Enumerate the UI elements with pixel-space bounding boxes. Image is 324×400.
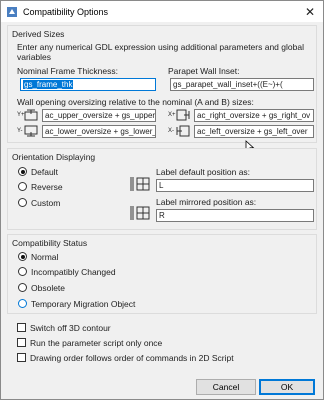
upper-oversize-input[interactable]: ac_upper_oversize + gs_upper_ <box>42 109 156 122</box>
ok-button[interactable]: OK <box>259 379 315 395</box>
orientation-group: Orientation Displaying Default Reverse C… <box>7 148 317 230</box>
orientation-reverse-radio[interactable] <box>18 182 27 191</box>
label-default-title: Label default position as: <box>156 167 251 177</box>
label-default-input[interactable]: L <box>156 179 314 192</box>
left-oversize-icon <box>176 125 190 137</box>
label-mirrored-title: Label mirrored position as: <box>156 197 257 207</box>
label-mirrored-position-icon <box>130 206 150 220</box>
status-normal-radio[interactable] <box>18 252 27 261</box>
status-obsolete-label: Obsolete <box>31 283 66 293</box>
derived-description: Enter any numerical GDL expression using… <box>17 42 304 62</box>
orientation-title: Orientation Displaying <box>12 152 96 162</box>
right-oversize-icon <box>176 109 190 121</box>
parapet-inset-label: Parapet Wall Inset: <box>168 66 240 76</box>
orientation-default-radio[interactable] <box>18 167 27 176</box>
frame-thickness-label: Nominal Frame Thickness: <box>17 66 118 76</box>
close-icon[interactable]: ✕ <box>297 1 323 22</box>
compatibility-options-dialog: Compatibility Options ✕ Derived Sizes En… <box>0 0 324 400</box>
drawing-order-label: Drawing order follows order of commands … <box>30 353 234 363</box>
compatibility-status-group: Compatibility Status Normal Incompatibly… <box>7 234 317 314</box>
cancel-button[interactable]: Cancel <box>196 379 256 395</box>
left-oversize-input[interactable]: ac_left_oversize + gs_left_over <box>194 125 314 138</box>
status-incompatibly-changed-radio[interactable] <box>18 267 27 276</box>
orientation-default-label: Default <box>31 167 58 177</box>
orientation-custom-radio[interactable] <box>18 198 27 207</box>
orientation-custom-label: Custom <box>31 198 61 208</box>
x-minus-label: X- <box>168 128 174 134</box>
wall-opening-label: Wall opening oversizing relative to the … <box>17 97 254 107</box>
status-temporary-migration-radio[interactable] <box>18 299 27 308</box>
orientation-reverse-label: Reverse <box>31 182 63 192</box>
x-plus-label: X+ <box>168 112 176 118</box>
lower-oversize-input[interactable]: ac_lower_oversize + gs_lower_ <box>42 125 156 138</box>
frame-thickness-input[interactable]: gs_frame_thk <box>20 78 156 91</box>
right-oversize-input[interactable]: ac_right_oversize + gs_right_ov <box>194 109 314 122</box>
status-normal-label: Normal <box>31 252 59 262</box>
parapet-inset-input[interactable]: gs_parapet_wall_inset+((E~)+( <box>170 78 314 91</box>
upper-oversize-icon <box>24 109 38 121</box>
run-parameter-script-once-label: Run the parameter script only once <box>30 338 163 348</box>
y-minus-label: Y- <box>17 128 23 134</box>
switch-off-3d-contour-checkbox[interactable] <box>17 323 26 332</box>
drawing-order-checkbox[interactable] <box>17 353 26 362</box>
status-temporary-migration-label: Temporary Migration Object <box>31 299 136 309</box>
label-mirrored-input[interactable]: R <box>156 209 314 222</box>
derived-sizes-group: Derived Sizes Enter any numerical GDL ex… <box>7 25 317 143</box>
switch-off-3d-contour-label: Switch off 3D contour <box>30 323 111 333</box>
app-icon <box>7 6 17 17</box>
status-incompatibly-changed-label: Incompatibly Changed <box>31 267 116 277</box>
compatibility-status-title: Compatibility Status <box>12 238 88 248</box>
title-bar: Compatibility Options ✕ <box>1 1 323 22</box>
run-parameter-script-once-checkbox[interactable] <box>17 338 26 347</box>
lower-oversize-icon <box>24 125 38 137</box>
status-obsolete-radio[interactable] <box>18 283 27 292</box>
label-default-position-icon <box>130 177 150 191</box>
derived-sizes-title: Derived Sizes <box>12 29 65 39</box>
window-title: Compatibility Options <box>23 6 109 17</box>
